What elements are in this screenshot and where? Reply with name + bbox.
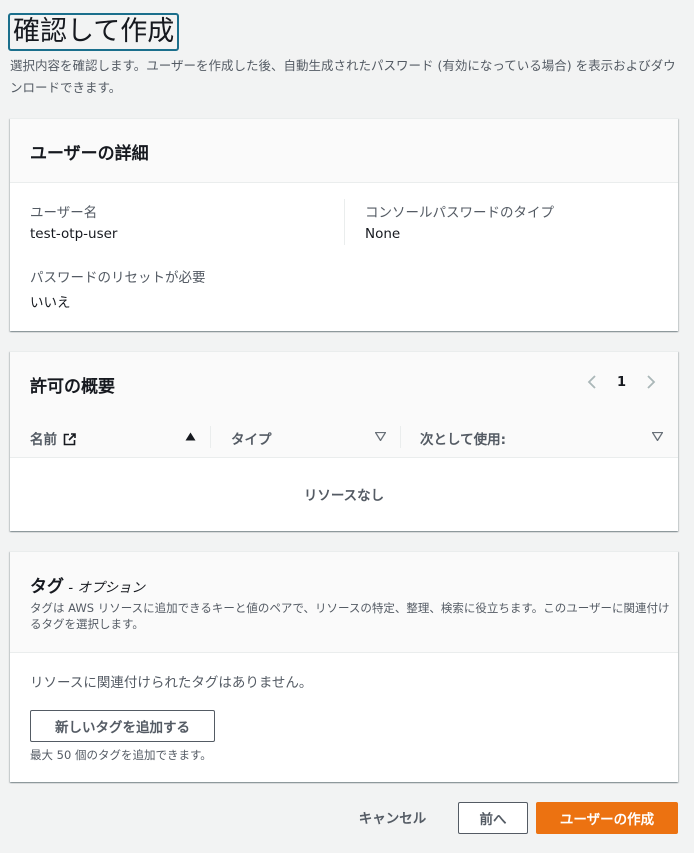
sort-descending-icon[interactable] [375, 432, 386, 441]
column-divider [400, 426, 401, 448]
tags-panel: タグ - オプション タグは AWS リソースに追加できるキーと値のペアで、リソ… [10, 551, 678, 782]
column-header-type[interactable]: タイプ [231, 428, 272, 448]
no-tags-text: リソースに関連付けられたタグはありません。 [30, 675, 313, 691]
chevron-right-icon[interactable] [646, 374, 656, 390]
user-details-title: ユーザーの詳細 [30, 144, 149, 164]
permissions-title: 許可の概要 [30, 377, 115, 397]
column-header-used-as[interactable]: 次として使用: [420, 428, 506, 448]
permissions-summary-panel: 許可の概要 1 名前 タイプ 次として使用: リソースなし [10, 351, 678, 531]
column-divider [344, 199, 345, 245]
permissions-header: 許可の概要 1 [10, 352, 678, 416]
table-header: 名前 タイプ 次として使用: [10, 416, 678, 458]
username-label: ユーザー名 [30, 205, 98, 221]
user-details-header: ユーザーの詳細 [10, 119, 678, 183]
tags-title: タグ - オプション [30, 572, 145, 597]
user-details-panel: ユーザーの詳細 ユーザー名 test-otp-user コンソールパスワードのタ… [10, 118, 678, 331]
optional-label: - オプション [64, 580, 145, 596]
create-user-button[interactable]: ユーザーの作成 [536, 802, 678, 834]
page-description: 選択内容を確認します。ユーザーを作成した後、自動生成されたパスワード (有効にな… [10, 58, 676, 95]
password-reset-value: いいえ [30, 295, 71, 311]
cancel-button[interactable]: キャンセル [345, 800, 440, 834]
tags-title-text: タグ [30, 577, 64, 597]
chevron-left-icon[interactable] [587, 374, 597, 390]
password-reset-label: パスワードのリセットが必要 [30, 270, 206, 286]
tag-limit-hint: 最大 50 個のタグを追加できます。 [30, 748, 212, 762]
tags-description: タグは AWS リソースに追加できるキーと値のペアで、リソースの特定、整理、検索… [30, 601, 670, 631]
username-value: test-otp-user [30, 226, 118, 242]
sort-descending-icon[interactable] [652, 432, 663, 441]
column-header-name-label: 名前 [30, 432, 57, 448]
console-password-type-label: コンソールパスワードのタイプ [365, 205, 554, 221]
page-title: 確認して作成 [8, 13, 180, 51]
empty-resources-text: リソースなし [303, 488, 385, 504]
column-divider [210, 426, 211, 448]
pagination: 1 [587, 374, 656, 390]
page-number[interactable]: 1 [617, 375, 626, 390]
sort-ascending-icon[interactable] [185, 432, 196, 441]
previous-button[interactable]: 前へ [458, 802, 528, 834]
add-tag-button[interactable]: 新しいタグを追加する [30, 710, 215, 742]
column-header-name[interactable]: 名前 [30, 428, 76, 448]
tags-header: タグ - オプション タグは AWS リソースに追加できるキーと値のペアで、リソ… [10, 552, 678, 653]
external-link-icon [63, 433, 76, 446]
console-password-type-value: None [365, 226, 401, 242]
